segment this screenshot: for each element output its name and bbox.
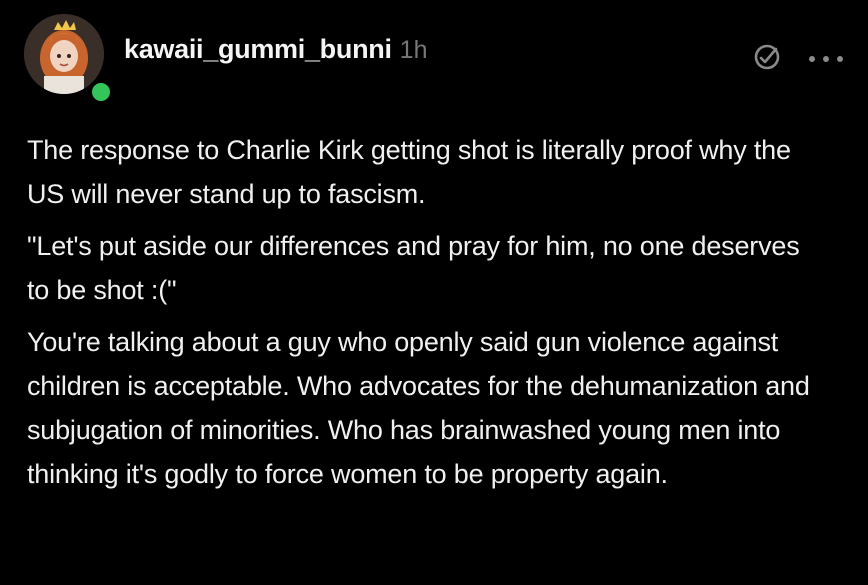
- username-link[interactable]: kawaii_gummi_bunni: [124, 34, 392, 65]
- mod-shield-icon[interactable]: [752, 42, 782, 72]
- post-paragraph: The response to Charlie Kirk getting sho…: [27, 135, 791, 209]
- post-body: The response to Charlie Kirk getting sho…: [27, 128, 827, 504]
- post-paragraph: You're talking about a guy who openly sa…: [27, 327, 810, 489]
- avatar[interactable]: [24, 14, 104, 94]
- online-status-indicator: [89, 80, 113, 104]
- post-timestamp: 1h: [399, 36, 428, 64]
- more-dots-icon[interactable]: [806, 52, 846, 64]
- post-paragraph: "Let's put aside our differences and pra…: [27, 231, 800, 305]
- avatar-image: [24, 14, 104, 94]
- post-header: kawaii_gummi_bunni 1h: [124, 34, 427, 74]
- post-card: kawaii_gummi_bunni 1h The response to Ch…: [0, 0, 868, 585]
